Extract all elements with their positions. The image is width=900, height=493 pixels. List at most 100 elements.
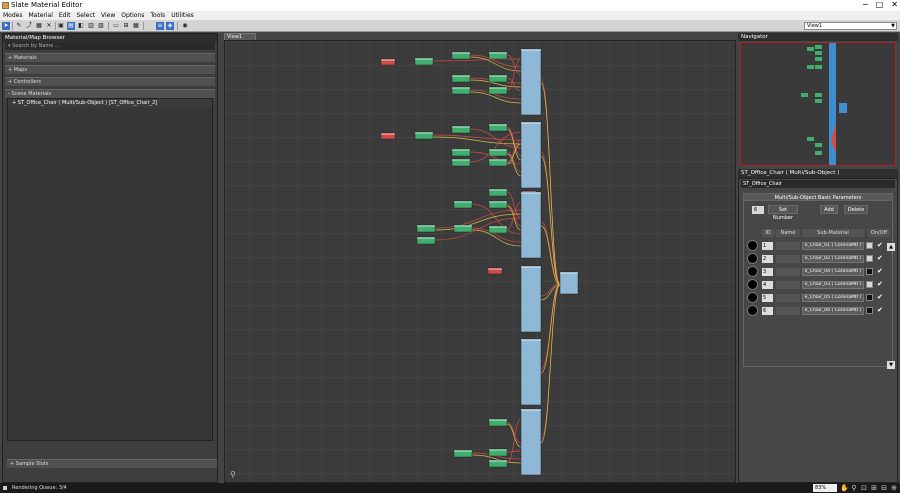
- menu-view[interactable]: View: [98, 11, 118, 20]
- assign-material-icon[interactable]: ▦: [35, 22, 43, 30]
- column-id[interactable]: ID: [762, 229, 774, 237]
- checkmark-icon[interactable]: ✔: [877, 241, 883, 249]
- texture-node-header[interactable]: [454, 225, 472, 227]
- wire[interactable]: [506, 153, 522, 177]
- rollout-materials[interactable]: + Materials: [5, 53, 215, 62]
- layout-all-icon[interactable]: ▭: [112, 22, 120, 30]
- wire[interactable]: [432, 58, 522, 62]
- color-swatch[interactable]: [866, 268, 873, 275]
- texture-node-header[interactable]: [489, 226, 507, 228]
- close-button[interactable]: ✕: [891, 0, 898, 11]
- set-number-button[interactable]: Set Number: [768, 205, 798, 221]
- texture-node-header[interactable]: [452, 126, 470, 128]
- name-field[interactable]: [776, 307, 800, 315]
- layout-children-icon[interactable]: ⊞: [122, 22, 130, 30]
- material-node-header[interactable]: [521, 339, 541, 341]
- bitmap-node-header[interactable]: [381, 59, 395, 61]
- minimize-button[interactable]: ─: [863, 0, 868, 11]
- sub-material-button[interactable]: e_Chair_01 ( CoronaMtl ): [802, 242, 864, 250]
- material-swatch[interactable]: [747, 292, 758, 303]
- hide-unused-icon[interactable]: ▧: [97, 22, 105, 30]
- wire[interactable]: [432, 136, 522, 145]
- rollout-maps[interactable]: + Maps: [5, 65, 215, 74]
- color-swatch[interactable]: [866, 281, 873, 288]
- color-swatch[interactable]: [866, 307, 873, 314]
- view-dropdown[interactable]: View1 ▼: [804, 22, 897, 30]
- pan-to-selected-icon[interactable]: ⊕: [890, 484, 898, 492]
- sub-material-button[interactable]: e_Chair_06 ( CoronaMtl ): [802, 307, 864, 315]
- material-node[interactable]: [520, 48, 542, 116]
- name-field[interactable]: [776, 268, 800, 276]
- node-view[interactable]: ⚲: [224, 40, 736, 483]
- menu-tools[interactable]: Tools: [147, 11, 168, 20]
- wire[interactable]: [506, 54, 522, 76]
- id-field[interactable]: 4: [762, 281, 773, 289]
- wire[interactable]: [506, 423, 522, 448]
- material-node-header[interactable]: [521, 122, 541, 124]
- zoom-field[interactable]: 83%: [813, 484, 837, 492]
- material-node-header[interactable]: [521, 192, 541, 194]
- wire[interactable]: [506, 418, 522, 464]
- menu-edit[interactable]: Edit: [56, 11, 74, 20]
- menu-modes[interactable]: Modes: [0, 11, 25, 20]
- column-name[interactable]: Name: [776, 229, 800, 237]
- sub-material-button[interactable]: e_Chair_04 ( CoronaMtl ): [802, 268, 864, 276]
- rollout-sample-slots[interactable]: + Sample Slots: [7, 459, 217, 468]
- hand-icon[interactable]: ✋: [840, 484, 849, 492]
- texture-node-header[interactable]: [489, 449, 507, 451]
- texture-node-header[interactable]: [489, 87, 507, 89]
- put-material-icon[interactable]: ⤴: [25, 22, 33, 30]
- name-field[interactable]: [776, 255, 800, 263]
- navigator-icon[interactable]: ◉: [181, 22, 189, 30]
- texture-node-header[interactable]: [452, 149, 470, 151]
- texture-node-header[interactable]: [415, 132, 433, 134]
- parameter-editor-icon[interactable]: ≡: [156, 22, 164, 30]
- checkmark-icon[interactable]: ✔: [877, 254, 883, 262]
- checkmark-icon[interactable]: ✔: [877, 267, 883, 275]
- texture-node-header[interactable]: [417, 237, 435, 239]
- texture-node-header[interactable]: [489, 52, 507, 54]
- material-count-field[interactable]: 6: [752, 206, 764, 214]
- rollout-basic-parameters[interactable]: Multi/Sub-Object Basic Parameters: [743, 193, 893, 201]
- texture-node-header[interactable]: [489, 419, 507, 421]
- checkmark-icon[interactable]: ✔: [877, 306, 883, 314]
- pick-material-icon[interactable]: ✎: [15, 22, 23, 30]
- material-id-icon[interactable]: ▦: [132, 22, 140, 30]
- id-field[interactable]: 5: [762, 294, 773, 302]
- navigator-minimap[interactable]: [741, 43, 896, 166]
- material-node-header[interactable]: [521, 266, 541, 268]
- delete-button[interactable]: Delete: [844, 205, 868, 214]
- zoom-extents-selected-icon[interactable]: ⊟: [880, 484, 888, 492]
- zoom-icon[interactable]: ⚲: [850, 484, 858, 492]
- material-node[interactable]: [520, 121, 542, 189]
- rollout-scene-materials[interactable]: - Scene Materials: [5, 89, 215, 98]
- tab-view1[interactable]: View1: [224, 33, 256, 40]
- rollout-controllers[interactable]: + Controllers: [5, 77, 215, 86]
- menu-utilities[interactable]: Utilities: [168, 11, 197, 20]
- sub-material-button[interactable]: e_Chair_05 ( CoronaMtl ): [802, 294, 864, 302]
- material-node[interactable]: [520, 338, 542, 406]
- multi-sub-object-node[interactable]: [559, 271, 579, 295]
- name-field[interactable]: [776, 242, 800, 250]
- show-background-icon[interactable]: ▤: [67, 22, 75, 30]
- material-swatch[interactable]: [747, 253, 758, 264]
- sub-material-button[interactable]: e_Chair_03 ( CoronaMtl ): [802, 281, 864, 289]
- select-tool-icon[interactable]: ➤: [2, 22, 10, 30]
- material-node-header[interactable]: [521, 409, 541, 411]
- sub-material-button[interactable]: e_Chair_02 ( CoronaMtl ): [802, 255, 864, 263]
- material-swatch[interactable]: [747, 279, 758, 290]
- texture-node-header[interactable]: [452, 159, 470, 161]
- id-field[interactable]: 6: [762, 307, 773, 315]
- color-swatch[interactable]: [866, 255, 873, 262]
- texture-node-header[interactable]: [452, 87, 470, 89]
- material-node[interactable]: [520, 408, 542, 476]
- add-button[interactable]: Add: [820, 205, 838, 214]
- material-node[interactable]: [520, 191, 542, 259]
- texture-node-header[interactable]: [489, 201, 507, 203]
- scene-material-item[interactable]: + ST_Office_Chair ( Multi/Sub-Object ) […: [8, 99, 212, 107]
- node-graph[interactable]: [225, 41, 736, 483]
- menu-options[interactable]: Options: [118, 11, 147, 20]
- name-field[interactable]: [776, 281, 800, 289]
- texture-node-header[interactable]: [489, 159, 507, 161]
- column-sub-material[interactable]: Sub-Material: [802, 229, 864, 237]
